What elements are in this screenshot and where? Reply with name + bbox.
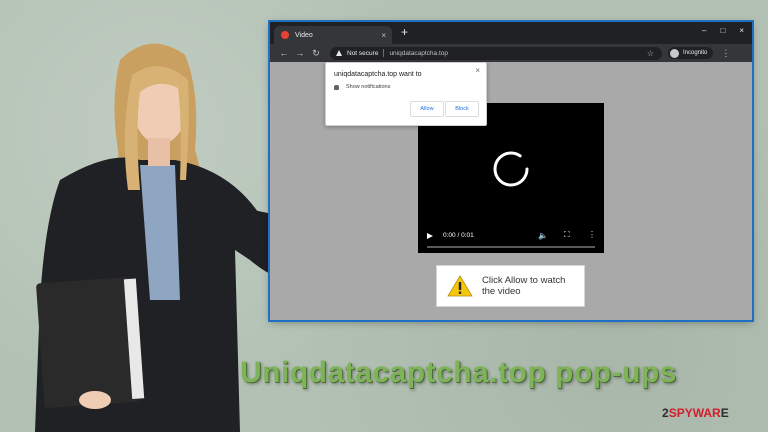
more-icon[interactable]: ⋮ (588, 230, 596, 239)
reload-button[interactable]: ↻ (308, 48, 324, 59)
bell-icon (334, 84, 339, 90)
browser-window: Video × + – □ × ← → ↻ Not secure uniqdat… (270, 22, 752, 320)
video-controls: 0:00 / 0:01 🔈 ⛶ ⋮ (418, 229, 604, 253)
video-progress[interactable] (427, 246, 595, 248)
block-button[interactable]: Block (445, 101, 479, 117)
menu-button[interactable]: ⋮ (721, 48, 730, 59)
notification-permission: Show notifications (334, 84, 390, 90)
title-bar: Video × + – □ × (270, 22, 752, 44)
favicon-icon (281, 31, 289, 39)
notification-title: uniqdatacaptcha.top want to (334, 71, 422, 78)
tab-title: Video (295, 31, 313, 39)
incognito-icon (670, 48, 679, 58)
fullscreen-icon[interactable]: ⛶ (564, 230, 570, 240)
brand-logo: 2SPYWARE (662, 406, 729, 420)
hand-left (79, 391, 111, 409)
headline: Uniqdatacaptcha.top pop-ups (240, 356, 677, 389)
close-window-button[interactable]: × (739, 26, 744, 35)
profile-button[interactable]: Incognito (668, 47, 714, 59)
window-controls: – □ × (702, 26, 744, 35)
profile-label: Incognito (683, 50, 708, 56)
spinner-icon (493, 151, 529, 187)
allow-message-box: Click Allow to watch the video (436, 265, 585, 307)
permission-text: Show notifications (346, 84, 391, 90)
volume-icon[interactable]: 🔈 (538, 231, 548, 240)
maximize-button[interactable]: □ (720, 26, 725, 35)
play-icon[interactable] (427, 233, 433, 239)
address-bar[interactable]: Not secure uniqdatacaptcha.top ☆ (330, 46, 662, 60)
warning-icon (447, 275, 473, 297)
notification-prompt: uniqdatacaptcha.top want to × Show notif… (325, 62, 487, 126)
brand-suffix: E (720, 406, 729, 420)
back-button[interactable]: ← (276, 48, 292, 58)
notification-close-icon[interactable]: × (475, 66, 480, 75)
allow-message-text: Click Allow to watch the video (482, 275, 566, 297)
divider (383, 49, 385, 57)
tab-close-icon[interactable]: × (381, 31, 386, 40)
url-text[interactable]: uniqdatacaptcha.top (389, 50, 448, 57)
brand-prefix: 2 (662, 406, 669, 420)
folder (36, 277, 140, 408)
star-icon[interactable]: ☆ (647, 49, 654, 58)
toolbar: ← → ↻ Not secure uniqdatacaptcha.top ☆ I… (270, 44, 752, 62)
video-time: 0:00 / 0:01 (443, 232, 474, 239)
new-tab-button[interactable]: + (401, 25, 408, 39)
forward-button[interactable]: → (292, 48, 308, 58)
tab-video[interactable]: Video × (274, 26, 392, 44)
neck (148, 138, 170, 166)
minimize-button[interactable]: – (702, 26, 706, 35)
brand-accent: SPYWAR (668, 406, 721, 420)
allow-button[interactable]: Allow (410, 101, 444, 117)
warning-icon (336, 50, 342, 56)
security-label[interactable]: Not secure (347, 50, 378, 57)
